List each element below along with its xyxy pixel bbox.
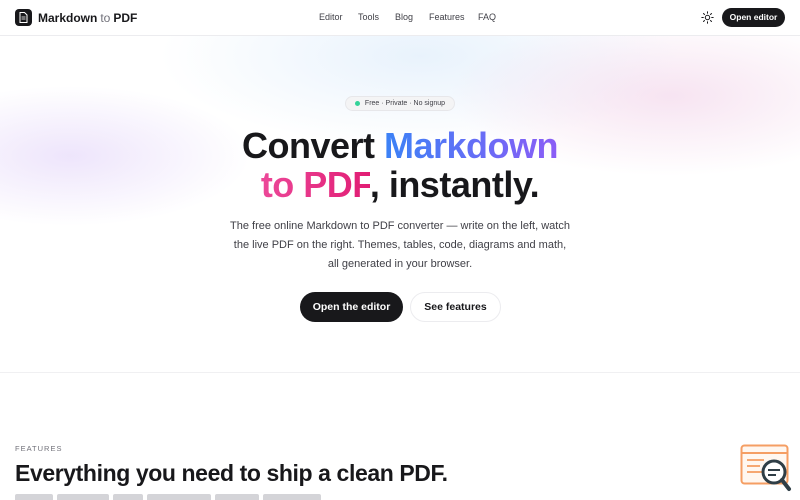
hero-title-convert: Convert: [241, 125, 384, 166]
nav-link-faq[interactable]: FAQ: [478, 12, 496, 22]
site-name-to: to: [100, 10, 111, 25]
sun-icon[interactable]: [701, 11, 714, 24]
hero-title-instantly: , instantly.: [369, 164, 540, 205]
nav-link-tools[interactable]: Tools: [358, 12, 379, 22]
status-badge: Free · Private · No signup: [345, 96, 455, 111]
hero-description-line-3: all generated in your browser.: [327, 258, 473, 270]
features-title: Everything you need to ship a clean PDF.: [15, 460, 448, 486]
green-dot-icon: [354, 101, 360, 106]
badge-text: Free · Private · No signup: [364, 100, 446, 107]
hero-title-line-1: Convert Markdown: [0, 125, 800, 167]
hero-title-to-pdf: to PDF: [260, 164, 371, 205]
hero-description-line-1: The free online Markdown to PDF converte…: [230, 220, 570, 232]
site-name: Markdown to PDF: [38, 11, 137, 25]
hero-description-line-2: the live PDF on the right. Themes, table…: [233, 239, 567, 251]
nav-link-blog[interactable]: Blog: [395, 12, 413, 22]
features-subtitle-cutoff: [15, 494, 345, 500]
site-logo[interactable]: Markdown to PDF: [15, 9, 137, 26]
hero-title-line-2: to PDF, instantly.: [0, 164, 800, 206]
document-icon: [15, 9, 32, 26]
nav-link-editor[interactable]: Editor: [319, 12, 343, 22]
open-editor-button[interactable]: Open editor: [722, 8, 785, 27]
site-name-part-a: Markdown: [38, 10, 98, 25]
site-name-part-b: PDF: [113, 10, 138, 25]
hero-section: Free · Private · No signup Convert Markd…: [0, 36, 800, 373]
hero-title-markdown: Markdown: [384, 125, 559, 166]
nav-link-features[interactable]: Features: [429, 12, 465, 22]
see-features-button[interactable]: See features: [410, 292, 501, 322]
search-document-icon[interactable]: [740, 444, 792, 492]
features-eyebrow: FEATURES: [15, 444, 63, 453]
top-navbar: Markdown to PDF Editor Tools Blog Features…: [0, 0, 800, 36]
hero-description: The free online Markdown to PDF converte…: [210, 217, 590, 274]
open-the-editor-button[interactable]: Open the editor: [300, 292, 403, 322]
